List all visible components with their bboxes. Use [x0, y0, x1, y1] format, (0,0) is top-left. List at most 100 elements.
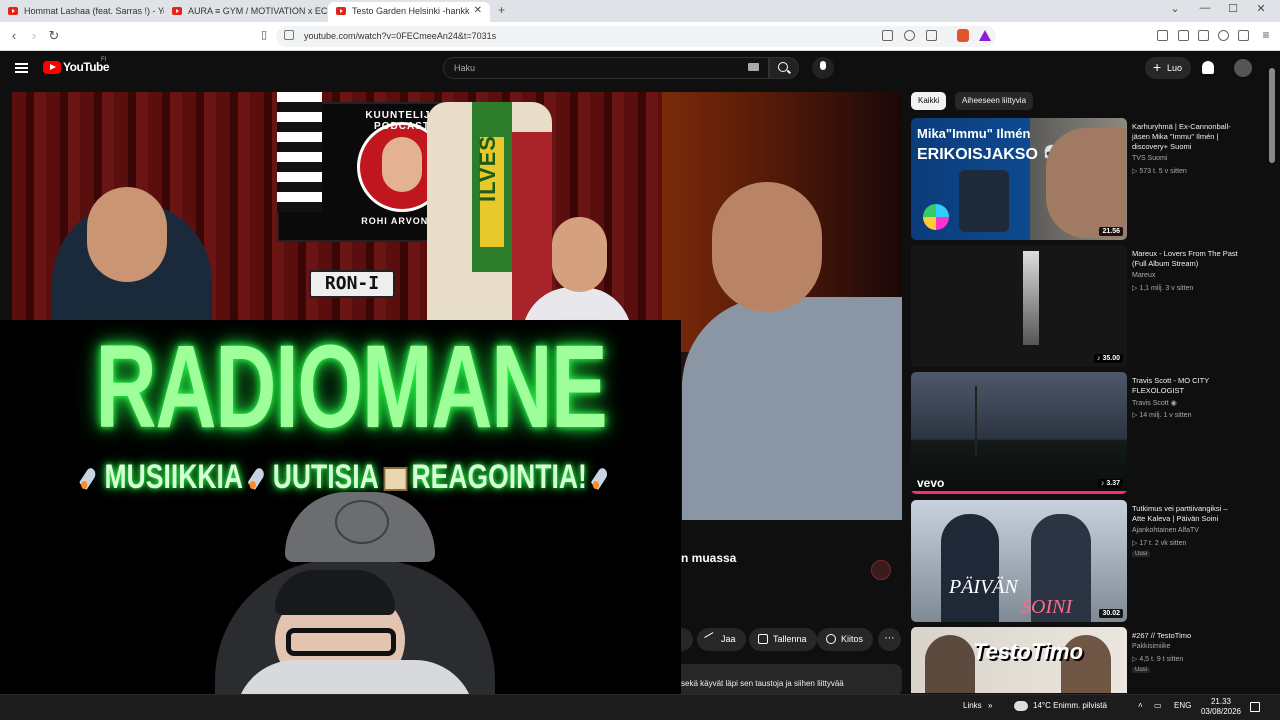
recommendation-meta: ▷ 1,1 milj. 3 v sitten [1132, 285, 1194, 292]
youtube-favicon-icon [336, 7, 346, 15]
avatar[interactable] [1234, 59, 1252, 77]
minimize-icon[interactable]: — [1190, 2, 1220, 14]
clock[interactable]: 21.33 03/08/2026 [1198, 697, 1244, 717]
create-button[interactable]: Luo [1145, 56, 1191, 79]
weather-widget[interactable]: 14°C Enimm. pilvistä [1033, 701, 1107, 710]
recommendation-channel[interactable]: Pakkisimiike [1132, 643, 1171, 650]
recommendation-thumbnail[interactable]: ♪ 35.00 [911, 245, 1127, 367]
browser-tab[interactable]: Hommat Lashaa (feat. Sarras !) - Yo [0, 2, 164, 22]
tagline-item: UUTISIA [272, 458, 379, 496]
scrollbar-thumb[interactable] [1269, 68, 1275, 163]
duration-badge: ♪ 3.37 [1097, 479, 1123, 488]
brave-shield-icon[interactable] [957, 29, 969, 42]
url-text: youtube.com/watch?v=0FECmeeAn24&t=7031s [304, 31, 497, 41]
zoom-icon[interactable] [904, 30, 915, 41]
share-button[interactable]: Jaa [697, 628, 746, 651]
browser-tab-strip: Hommat Lashaa (feat. Sarras !) - Yo AURA… [0, 0, 1280, 22]
streamer-cap [275, 570, 395, 615]
microphone-icon[interactable] [812, 57, 834, 79]
forward-icon[interactable]: › [26, 28, 42, 43]
youtube-header: YouTube FI Haku Luo [0, 51, 1280, 89]
sidebar-icon[interactable] [1178, 30, 1189, 41]
language-indicator[interactable]: ENG [1174, 701, 1191, 710]
tab-title: Hommat Lashaa (feat. Sarras !) - Yo [24, 6, 164, 16]
translate-icon[interactable] [882, 30, 893, 41]
description-box[interactable]: sekä käyvät läpi sen taustoja ja siihen … [681, 664, 902, 696]
reading-list-icon[interactable] [1198, 30, 1209, 41]
recommendation-item[interactable]: vevo ♪ 3.37 Travis Scott - MO CITY FLEXO… [911, 372, 1241, 494]
back-icon[interactable]: ‹ [6, 28, 22, 43]
recommendation-item[interactable]: Mika"Immu" Ilmén ERIKOISJAKSO 💀 21.56 Ka… [911, 118, 1241, 240]
hamburger-menu-icon[interactable] [15, 63, 28, 73]
like-dislike-button[interactable] [681, 628, 693, 651]
browser-tab-active[interactable]: Testo Garden Helsinki -hankk ✕ [328, 2, 490, 22]
country-code: FI [101, 57, 107, 63]
recommendation-title[interactable]: Travis Scott - MO CITY FLEXOLOGIST [1132, 376, 1242, 396]
recommendation-title[interactable]: Mareux - Lovers From The Past (Full Albu… [1132, 249, 1242, 269]
recommendation-item[interactable]: PÄIVÄN SOINI 30.02 Tutkimus vei parttiiv… [911, 500, 1241, 622]
youtube-favicon-icon [172, 7, 182, 15]
recommendation-channel[interactable]: Ajankohtainen AlfaTV [1132, 527, 1199, 534]
recommendation-item[interactable]: ♪ 35.00 Mareux - Lovers From The Past (F… [911, 245, 1241, 367]
keyboard-icon[interactable] [748, 63, 759, 71]
thumb-light-beam [1023, 251, 1039, 345]
media-icon[interactable] [1157, 30, 1168, 41]
video-title: n muassa [681, 551, 737, 565]
thanks-button[interactable]: Kiitos [817, 628, 874, 651]
site-info-icon[interactable] [284, 30, 294, 40]
chip-all[interactable]: Kaikki [911, 92, 947, 110]
host-right-body [682, 297, 902, 520]
rocket-icon [592, 465, 612, 491]
recommendation-channel[interactable]: Travis Scott ◉ [1132, 399, 1177, 407]
bookmark-icon[interactable]: ▯ [256, 28, 272, 41]
overlay-title: RADIOMANE [95, 321, 607, 453]
recommendation-thumbnail[interactable]: PÄIVÄN SOINI 30.02 [911, 500, 1127, 622]
new-tab-icon[interactable]: + [498, 3, 505, 17]
browser-tab[interactable]: AURA ≡ GYM / MOTIVATION x EC [164, 2, 328, 22]
menu-icon[interactable]: ≡ [1258, 28, 1274, 42]
thumb-person [941, 514, 999, 622]
rocket-icon [248, 465, 268, 491]
channel-avatar[interactable] [871, 560, 891, 580]
create-label: Luo [1167, 63, 1183, 73]
recommendation-thumbnail[interactable]: TestoTimo [911, 627, 1127, 693]
notifications-bell-icon[interactable] [1202, 61, 1214, 74]
tray-expand-icon[interactable]: ˄ [1138, 701, 1143, 710]
thumb-text: TestoTimo [973, 639, 1084, 664]
search-input[interactable]: Haku [443, 57, 769, 79]
cast-icon[interactable] [926, 30, 937, 41]
chip-related[interactable]: Aiheeseen liittyvia [955, 92, 1034, 110]
reload-icon[interactable]: ↻ [46, 28, 62, 44]
recommendation-thumbnail[interactable]: vevo ♪ 3.37 [911, 372, 1127, 494]
thanks-label: Kiitos [841, 634, 864, 644]
tab-title: AURA ≡ GYM / MOTIVATION x EC [188, 6, 328, 16]
duration-badge: 21.56 [1099, 227, 1123, 236]
rocket-icon [80, 465, 100, 491]
maximize-icon[interactable]: ☐ [1218, 2, 1248, 15]
recommendation-thumbnail[interactable]: Mika"Immu" Ilmén ERIKOISJAKSO 💀 21.56 [911, 118, 1127, 240]
thumb-text: Mika"Immu" Ilmén [917, 126, 1031, 141]
close-window-icon[interactable]: ✕ [1246, 2, 1276, 15]
tab-search-icon[interactable]: ⌄ [1160, 2, 1190, 15]
notification-center-icon[interactable] [1250, 702, 1260, 712]
network-icon[interactable]: ▭ [1154, 701, 1162, 710]
duration-badge: ♪ 35.00 [1094, 354, 1123, 363]
host-center-head [552, 217, 607, 292]
recommendation-channel[interactable]: TVS Suomi [1132, 155, 1167, 162]
chevron-up-icon[interactable]: » [988, 701, 992, 710]
recommendation-channel[interactable]: Mareux [1132, 272, 1155, 279]
close-tab-icon[interactable]: ✕ [474, 2, 482, 20]
brave-rewards-icon[interactable] [979, 30, 991, 41]
wallet-icon[interactable] [1238, 30, 1249, 41]
more-actions-button[interactable]: ⋯ [878, 628, 901, 651]
extensions-icon[interactable] [1218, 30, 1229, 41]
recommendation-item[interactable]: TestoTimo #267 // TestoTimo Pakkisimiike… [911, 627, 1241, 693]
recommendation-title[interactable]: Tutkimus vei parttiivangiksi – Atte Kale… [1132, 504, 1242, 524]
links-toolbar[interactable]: Links [963, 701, 982, 710]
share-label: Jaa [721, 634, 736, 644]
youtube-logo-icon[interactable] [43, 61, 61, 74]
save-button[interactable]: Tallenna [749, 628, 817, 651]
search-button[interactable] [769, 57, 799, 79]
recommendation-title[interactable]: #267 // TestoTimo [1132, 631, 1241, 641]
recommendation-title[interactable]: Karhuryhmä | Ex-Cannonball-jäsen Mika "I… [1132, 122, 1242, 152]
